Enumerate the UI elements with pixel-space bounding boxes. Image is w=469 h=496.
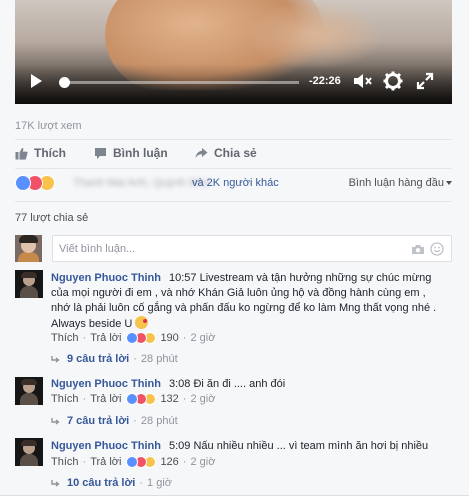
- camera-icon[interactable]: [411, 244, 425, 255]
- comment-reply-link[interactable]: Trả lời: [90, 393, 121, 405]
- emoji-icon[interactable]: [430, 242, 444, 256]
- comment-label: Bình luận: [113, 146, 168, 160]
- kiss-emoji-icon: [135, 316, 149, 329]
- separator-dot: ·: [139, 477, 144, 489]
- replies-link[interactable]: 10 câu trả lời · 1 giờ: [51, 476, 172, 490]
- avatar[interactable]: [15, 438, 43, 466]
- avatar[interactable]: [15, 270, 43, 298]
- avatar-body: [18, 252, 39, 262]
- comment-time[interactable]: 2 giờ: [190, 456, 215, 468]
- comment-body: Nguyen Phuoc Thinh 10:57 Livestream và tậ…: [51, 271, 446, 332]
- replies-time: 28 phút: [140, 353, 178, 365]
- comment-input[interactable]: Viết bình luận...: [52, 235, 452, 262]
- comment-icon: [95, 147, 106, 159]
- separator-dot: ·: [133, 415, 137, 427]
- comment-meta: Thích · Trả lời 132 · 2 giờ: [51, 392, 215, 406]
- comment-reactions[interactable]: [126, 456, 157, 468]
- reply-arrow-icon: [51, 479, 60, 487]
- comment-text: 3:08 Đi ăn đi .... anh đói: [169, 378, 286, 390]
- caret-down-icon: [446, 181, 452, 186]
- comment-author[interactable]: Nguyen Phuoc Thinh: [51, 440, 161, 452]
- comment-reply-link[interactable]: Trả lời: [90, 456, 121, 468]
- comment-reactions[interactable]: [126, 332, 157, 344]
- reactor-names-blurred: Thanh Mai Anh, Quỳnh Như: [73, 177, 210, 189]
- reaction-count: 126: [160, 456, 179, 468]
- comment-body: Nguyen Phuoc Thinh 3:08 Đi ăn đi .... anh…: [51, 377, 446, 392]
- comment-like-link[interactable]: Thích: [51, 332, 79, 344]
- comment-text: 5:09 Nấu nhiều nhiều ... vì team mình ăn…: [169, 440, 429, 452]
- avatar[interactable]: [15, 235, 42, 262]
- fullscreen-icon[interactable]: [416, 72, 434, 90]
- comment-reply-link[interactable]: Trả lời: [90, 332, 121, 344]
- mute-icon[interactable]: [353, 73, 373, 89]
- share-count[interactable]: 77 lượt chia sẻ: [15, 212, 88, 224]
- replies-count: 7 câu trả lời: [67, 415, 130, 427]
- thumbs-up-icon: [15, 147, 28, 160]
- divider: [15, 168, 452, 169]
- like-icon: [15, 175, 31, 191]
- comment-button[interactable]: Bình luận: [94, 146, 168, 160]
- comment-time[interactable]: 2 giờ: [190, 332, 215, 344]
- separator-dot: ·: [82, 456, 87, 468]
- comment-like-link[interactable]: Thích: [51, 393, 79, 405]
- replies-count: 10 câu trả lời: [67, 477, 136, 489]
- replies-link[interactable]: 7 câu trả lời · 28 phút: [51, 414, 178, 428]
- video-progress-bar[interactable]: [59, 77, 299, 88]
- reaction-count: 190: [160, 332, 179, 344]
- avatar-body: [20, 393, 38, 405]
- share-button[interactable]: Chia sẻ: [195, 146, 257, 160]
- reply-arrow-icon: [51, 417, 60, 425]
- like-button[interactable]: Thích: [15, 146, 66, 160]
- avatar-hair: [21, 440, 37, 446]
- video-controls: -22:26: [15, 66, 452, 96]
- separator-dot: ·: [182, 393, 187, 405]
- like-label: Thích: [34, 146, 66, 160]
- reaction-others[interactable]: và 2K người khác: [192, 177, 279, 189]
- separator-dot: ·: [82, 393, 87, 405]
- action-bar: Thích Bình luận Chia sẻ: [15, 146, 452, 164]
- separator-dot: ·: [82, 332, 87, 344]
- share-label: Chia sẻ: [214, 146, 257, 160]
- comment-reactions[interactable]: [126, 393, 157, 405]
- reactions-summary[interactable]: Thanh Mai Anh, Quỳnh Như và 2K người khá…: [15, 175, 452, 195]
- comment-meta: Thích · Trả lời 190 · 2 giờ: [51, 331, 215, 345]
- progress-handle[interactable]: [59, 77, 71, 88]
- comment-body: Nguyen Phuoc Thinh 5:09 Nấu nhiều nhiều .…: [51, 439, 446, 454]
- gear-icon[interactable]: [383, 71, 403, 91]
- comment-like-link[interactable]: Thích: [51, 456, 79, 468]
- avatar-body: [20, 454, 38, 466]
- avatar-hair: [21, 379, 37, 385]
- divider: [15, 201, 452, 202]
- replies-time: 28 phút: [140, 415, 178, 427]
- comment-time[interactable]: 2 giờ: [190, 393, 215, 405]
- view-count: 17K lượt xem: [15, 120, 82, 132]
- comment-author[interactable]: Nguyen Phuoc Thinh: [51, 272, 161, 284]
- video-player[interactable]: -22:26: [15, 0, 452, 104]
- comment-author[interactable]: Nguyen Phuoc Thinh: [51, 378, 161, 390]
- share-arrow-icon: [195, 147, 208, 158]
- separator-dot: ·: [133, 353, 137, 365]
- avatar-hair: [21, 272, 37, 278]
- separator-dot: ·: [182, 332, 187, 344]
- divider: [15, 139, 452, 140]
- separator-dot: ·: [182, 456, 187, 468]
- avatar-hair: [19, 235, 38, 243]
- comment-placeholder: Viết bình luận...: [59, 243, 136, 255]
- avatar-body: [20, 286, 38, 298]
- time-remaining: -22:26: [309, 75, 341, 87]
- sort-label: Bình luận hàng đầu: [348, 177, 444, 189]
- play-icon[interactable]: [31, 74, 42, 88]
- replies-link[interactable]: 9 câu trả lời · 28 phút: [51, 352, 178, 366]
- avatar[interactable]: [15, 377, 43, 405]
- replies-count: 9 câu trả lời: [67, 353, 130, 365]
- video-frame-hand-2: [245, 0, 385, 70]
- replies-time: 1 giờ: [147, 477, 172, 489]
- comment-meta: Thích · Trả lời 126 · 2 giờ: [51, 455, 215, 469]
- reaction-count: 132: [160, 393, 179, 405]
- comment-sort-dropdown[interactable]: Bình luận hàng đầu: [349, 177, 452, 189]
- reply-arrow-icon: [51, 355, 60, 363]
